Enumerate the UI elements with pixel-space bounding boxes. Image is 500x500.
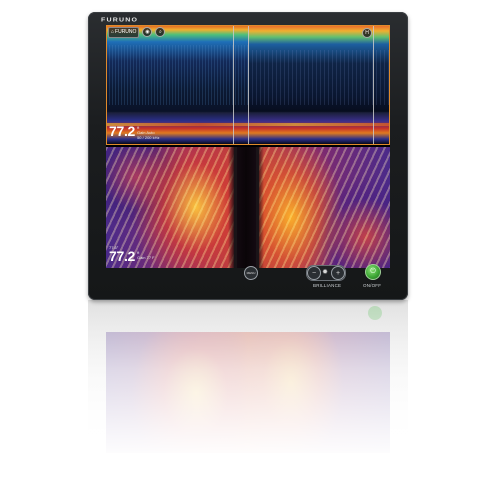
power-label: ON/OFF	[363, 283, 382, 288]
echo-mode-button[interactable]: H	[362, 28, 372, 38]
display-screen: ⌂ FURUNO ◉ ⌕ H 77.2 ft Gain Auto 50 / 20…	[106, 25, 390, 268]
sonar-readout: 77.6° 77.2 ft Gain 77 F	[109, 245, 155, 263]
echo-depth-value: 77.2	[109, 123, 136, 139]
brilliance-label: BRILLIANCE	[313, 283, 342, 288]
power-button[interactable]: ⏻	[365, 264, 381, 280]
brilliance-indicator: ✹	[319, 266, 331, 278]
echo-mode-label: H	[365, 30, 369, 36]
plus-icon: +	[335, 269, 341, 277]
echo-depth-readout: 77.2 ft Gain Auto 50 / 200 kHz	[109, 123, 160, 140]
sonar-depth-value: 77.2	[109, 248, 136, 264]
power-icon: ⏻	[370, 268, 376, 275]
echo-sounder-view[interactable]: ⌂ FURUNO ◉ ⌕ H 77.2 ft Gain Auto 50 / 20…	[106, 25, 390, 145]
sonar-view[interactable]: 77.6° 77.2 ft Gain 77 F	[106, 147, 390, 268]
echo-frequency-label: 50 / 200 kHz	[137, 135, 160, 140]
sonar-track-right	[256, 147, 259, 268]
home-button-label: FURUNO	[115, 29, 137, 35]
brilliance-plus-button[interactable]: +	[331, 266, 345, 280]
home-button[interactable]: ⌂ FURUNO	[108, 26, 140, 38]
sun-icon: ✹	[322, 269, 328, 276]
search-icon: ⌕	[159, 29, 162, 35]
monitor-reflection	[88, 300, 408, 500]
minus-icon: −	[311, 269, 317, 277]
waypoint-button[interactable]: ◉	[142, 27, 153, 37]
menu-button-label: MENU	[246, 271, 256, 275]
search-button[interactable]: ⌕	[155, 27, 166, 37]
top-toolbar: ⌂ FURUNO ◉ ⌕	[108, 26, 166, 38]
reflection-fade	[88, 300, 408, 500]
home-icon: ⌂	[111, 29, 115, 35]
map-pin-icon: ◉	[145, 29, 150, 35]
sonar-track-left	[234, 147, 237, 268]
brand-logo: FURUNO	[101, 17, 139, 24]
menu-button[interactable]: MENU	[244, 266, 258, 280]
sonar-gain-label: Gain 77 F	[137, 255, 155, 260]
